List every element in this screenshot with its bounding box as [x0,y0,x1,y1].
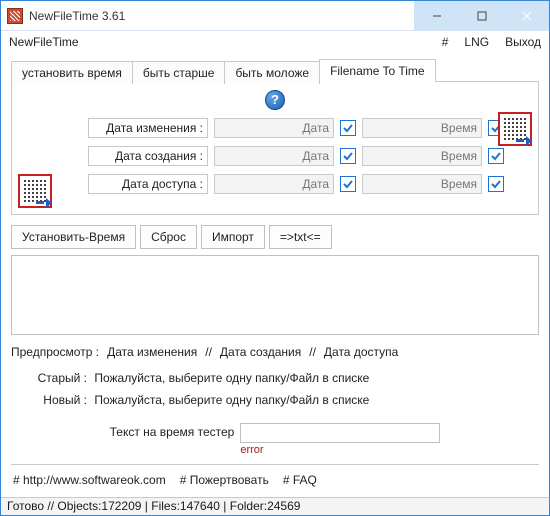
menu-app[interactable]: NewFileTime [9,35,79,49]
link-website[interactable]: # http://www.softwareok.com [13,473,166,487]
menu-exit[interactable]: Выход [505,35,541,49]
tab-be-older[interactable]: быть старше [132,61,226,84]
statusbar: Готово // Objects:172209 | Files:147640 … [1,497,549,515]
tester-label: Текст на время тестер [110,423,235,439]
checkbox-created-date[interactable] [340,148,356,164]
field-accessed-time[interactable]: Время [362,174,482,194]
checkbox-created-time[interactable] [488,148,504,164]
field-accessed-date[interactable]: Дата [214,174,334,194]
tester-input[interactable] [240,423,440,443]
label-created: Дата создания : [88,146,208,166]
minimize-button[interactable] [414,1,459,30]
date-form: Дата изменения : Дата Время Дата создани… [22,118,528,194]
maximize-button[interactable] [459,1,504,30]
window-title: NewFileTime 3.61 [29,9,125,23]
action-buttons: Установить-Время Сброс Импорт =>txt<= [11,225,539,249]
field-created-time[interactable]: Время [362,146,482,166]
field-modified-date[interactable]: Дата [214,118,334,138]
content-area: установить время быть старше быть моложе… [1,53,549,497]
txt-button[interactable]: =>txt<= [269,225,332,249]
menu-hash[interactable]: # [442,35,449,49]
preview-created: Дата создания [220,345,301,359]
preview-modified: Дата изменения [107,345,197,359]
status-text: Готово // Objects:172209 | Files:147640 … [7,499,300,513]
import-button[interactable]: Импорт [201,225,265,249]
label-accessed: Дата доступа : [88,174,208,194]
preview-line: Предпросмотр : Дата изменения // Дата со… [11,345,539,359]
new-message: Новый : Пожалуйста, выберите одну папку/… [33,393,539,407]
set-time-button[interactable]: Установить-Время [11,225,136,249]
tab-filename-to-time[interactable]: Filename To Time [319,59,435,82]
preview-accessed: Дата доступа [324,345,398,359]
field-created-date[interactable]: Дата [214,146,334,166]
tab-panel: ? Дата изменения : Дата Время Дата созда… [11,81,539,215]
label-modified: Дата изменения : [88,118,208,138]
old-message: Старый : Пожалуйста, выберите одну папку… [33,371,539,385]
footer-links: # http://www.softwareok.com # Пожертвова… [11,471,539,493]
link-faq[interactable]: # FAQ [283,473,317,487]
preview-label: Предпросмотр : [11,345,99,359]
import-icon[interactable] [18,174,52,208]
close-icon [522,11,532,21]
reset-button[interactable]: Сброс [140,225,197,249]
maximize-icon [477,11,487,21]
file-list[interactable] [11,255,539,335]
tab-be-younger[interactable]: быть моложе [224,61,320,84]
tester-error: error [240,444,440,456]
app-icon [7,8,23,24]
export-icon[interactable] [498,112,532,146]
link-donate[interactable]: # Пожертвовать [180,473,269,487]
minimize-icon [432,11,442,21]
tab-set-time[interactable]: установить время [11,61,133,84]
checkbox-accessed-time[interactable] [488,176,504,192]
separator [11,464,539,465]
checkbox-modified-date[interactable] [340,120,356,136]
menubar: NewFileTime # LNG Выход [1,31,549,53]
checkbox-accessed-date[interactable] [340,176,356,192]
menu-lng[interactable]: LNG [464,35,489,49]
tester-row: Текст на время тестер error [11,423,539,456]
app-window: NewFileTime 3.61 NewFileTime # LNG Выход… [0,0,550,516]
titlebar: NewFileTime 3.61 [1,1,549,31]
close-button[interactable] [504,1,549,30]
help-icon[interactable]: ? [265,90,285,110]
tabs: установить время быть старше быть моложе… [11,59,539,82]
field-modified-time[interactable]: Время [362,118,482,138]
